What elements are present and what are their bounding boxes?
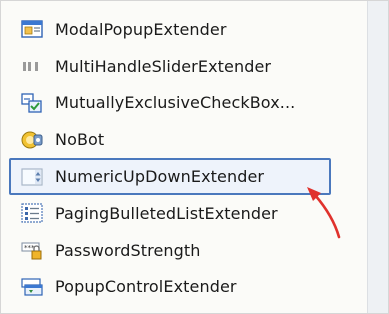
modal-popup-icon xyxy=(21,19,43,39)
checkbox-icon xyxy=(21,93,43,113)
password-strength-icon: *** xyxy=(21,240,43,260)
slider-icon xyxy=(21,56,43,76)
toolbox-item-multihandlesliderextender[interactable]: MultiHandleSliderExtender xyxy=(9,48,364,85)
toolbox-item-label: PasswordStrength xyxy=(55,240,201,260)
toolbox-item-label: PopupControlExtender xyxy=(55,277,237,297)
nobot-icon xyxy=(21,130,43,150)
red-pointer-arrow-icon xyxy=(307,187,341,239)
toolbox-item-popupcontrolextender[interactable]: PopupControlExtender xyxy=(9,269,364,306)
toolbox-item-nobot[interactable]: NoBot xyxy=(9,121,364,158)
toolbox-item-mutuallyexclusivecheckbox[interactable]: MutuallyExclusiveCheckBox... xyxy=(9,85,364,122)
panel-scroll-track[interactable] xyxy=(367,1,388,313)
bulleted-list-icon xyxy=(21,203,43,223)
toolbox-item-label: NoBot xyxy=(55,130,105,150)
toolbox-item-label: ModalPopupExtender xyxy=(55,19,227,39)
numeric-updown-icon xyxy=(21,167,43,187)
toolbox-item-label: MultiHandleSliderExtender xyxy=(55,56,272,76)
toolbox-item-label: NumericUpDownExtender xyxy=(55,167,265,187)
popup-control-icon xyxy=(21,277,43,297)
toolbox-list: ModalPopupExtender MultiHandleSliderExte… xyxy=(9,11,364,305)
toolbox-item-label: MutuallyExclusiveCheckBox... xyxy=(55,93,296,113)
toolbox-item-modalpopupextender[interactable]: ModalPopupExtender xyxy=(9,11,364,48)
toolbox-item-numericupdownextender[interactable]: NumericUpDownExtender xyxy=(9,158,331,195)
toolbox-panel: ModalPopupExtender MultiHandleSliderExte… xyxy=(0,0,389,314)
toolbox-item-label: PagingBulletedListExtender xyxy=(55,203,278,223)
